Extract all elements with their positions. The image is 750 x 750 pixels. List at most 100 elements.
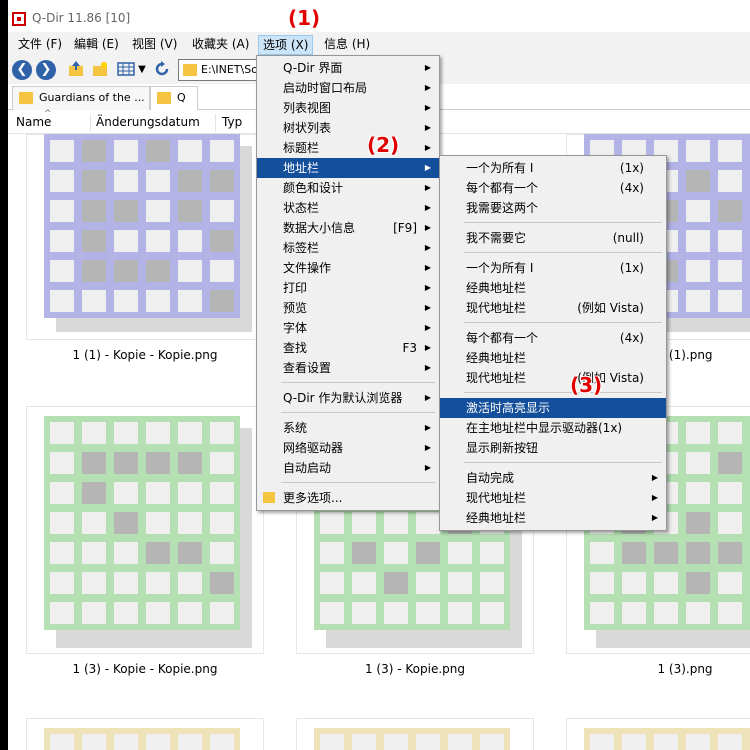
menu-item-address-bar[interactable]: 地址栏 ▶ <box>257 158 439 178</box>
options-menu: Q-Dir 界面 ▶ 启动时窗口布局 ▶ 列表视图 ▶ 树状列表 ▶ 标题栏 ▶ 地址栏 ▶… <box>256 55 440 511</box>
submenu-item-one-for-all-2[interactable]: 一个为所有 I (1x) <box>440 258 666 278</box>
menu-item-title-bar[interactable]: 标题栏 ▶ <box>257 138 439 158</box>
menu-item-status-bar[interactable]: 状态栏 ▶ <box>257 198 439 218</box>
menu-item-print[interactable]: 打印 ▶ <box>257 278 439 298</box>
submenu-arrow-icon: ▶ <box>424 323 431 332</box>
forward-icon[interactable]: ❯ <box>36 60 56 80</box>
menu-item-default-browser[interactable]: Q-Dir 作为默认浏览器 ▶ <box>257 388 439 408</box>
address-bar[interactable]: E:\INET\Softwar <box>178 59 286 81</box>
menu-item-data-size-info[interactable]: 数据大小信息 [F9] ▶ <box>257 218 439 238</box>
menu-item-shortcut: F3 <box>402 341 417 355</box>
menu-item-find[interactable]: 查找 F3 ▶ <box>257 338 439 358</box>
view-grid-icon[interactable] <box>116 60 136 80</box>
submenu-item-autocomplete[interactable]: 自动完成 ▶ <box>440 468 666 488</box>
submenu-item-show-drives[interactable]: 在主地址栏中显示驱动器(1x) <box>440 418 666 438</box>
folder-icon <box>183 64 197 76</box>
menu-separator <box>440 458 666 468</box>
new-folder-icon[interactable] <box>90 60 110 80</box>
menu-item-label: 查找 <box>283 341 308 355</box>
column-type[interactable]: Typ <box>222 115 242 129</box>
column-date[interactable]: Änderungsdatum <box>96 115 200 129</box>
menu-item-autostart[interactable]: 自动启动 ▶ <box>257 458 439 478</box>
menu-item-label: 一个为所有 I <box>466 261 534 275</box>
submenu-arrow-icon: ▶ <box>651 493 658 502</box>
submenu-item-modern-address-bar-3[interactable]: 现代地址栏 ▶ <box>440 488 666 508</box>
menu-separator <box>257 408 439 418</box>
thumbnail-image <box>584 728 750 750</box>
menu-item-label: 预览 <box>283 301 308 315</box>
submenu-arrow-icon: ▶ <box>424 283 431 292</box>
menu-item-label: 经典地址栏 <box>466 511 527 525</box>
chevron-down-icon[interactable]: ▼ <box>136 60 148 80</box>
submenu-item-modern-address-bar-2[interactable]: 现代地址栏 (例如 Vista) <box>440 368 666 388</box>
menu-separator <box>440 318 666 328</box>
submenu-arrow-icon: ▶ <box>424 303 431 312</box>
menu-favorites[interactable]: 收藏夹 (A) <box>188 35 253 55</box>
menu-item-label: 列表视图 <box>283 101 332 115</box>
menu-item-network-drives[interactable]: 网络驱动器 ▶ <box>257 438 439 458</box>
tab-guardians[interactable]: Guardians of the ... <box>12 86 150 110</box>
column-divider[interactable] <box>215 114 216 132</box>
menu-item-system[interactable]: 系统 ▶ <box>257 418 439 438</box>
menu-item-colors-design[interactable]: 颜色和设计 ▶ <box>257 178 439 198</box>
up-folder-icon[interactable] <box>66 60 86 80</box>
submenu-item-each-one[interactable]: 每个都有一个 (4x) <box>440 178 666 198</box>
submenu-arrow-icon: ▶ <box>424 263 431 272</box>
menu-info[interactable]: 信息 (H) <box>320 35 374 55</box>
menu-item-label: 文件操作 <box>283 261 332 275</box>
submenu-item-need-both[interactable]: 我需要这两个 <box>440 198 666 218</box>
submenu-item-classic-address-bar-3[interactable]: 经典地址栏 ▶ <box>440 508 666 528</box>
submenu-arrow-icon: ▶ <box>424 343 431 352</box>
submenu-item-highlight-when-active[interactable]: 激活时高亮显示 <box>440 398 666 418</box>
menu-item-tree-list[interactable]: 树状列表 ▶ <box>257 118 439 138</box>
menu-item-shortcut: [F9] <box>393 221 417 235</box>
submenu-arrow-icon: ▶ <box>424 363 431 372</box>
tab-q[interactable]: Q <box>150 86 198 110</box>
menu-item-preview[interactable]: 预览 ▶ <box>257 298 439 318</box>
menu-item-label: 查看设置 <box>283 361 332 375</box>
file-name: 1 (3) - Kopie - Kopie.png <box>72 662 218 676</box>
menu-item-view-settings[interactable]: 查看设置 ▶ <box>257 358 439 378</box>
submenu-item-classic-address-bar[interactable]: 经典地址栏 <box>440 278 666 298</box>
menu-options[interactable]: 选项 (X) <box>258 35 314 55</box>
back-icon[interactable]: ❮ <box>12 60 32 80</box>
menu-item-label: 树状列表 <box>283 121 332 135</box>
menu-item-label: 地址栏 <box>283 161 320 175</box>
menu-file[interactable]: 文件 (F) <box>14 35 66 55</box>
tab-label: Q <box>177 91 186 104</box>
menu-item-file-operations[interactable]: 文件操作 ▶ <box>257 258 439 278</box>
submenu-item-classic-address-bar-2[interactable]: 经典地址栏 <box>440 348 666 368</box>
menu-item-more-options[interactable]: 更多选项... <box>257 488 439 508</box>
submenu-arrow-icon: ▶ <box>424 63 431 72</box>
submenu-arrow-icon: ▶ <box>424 123 431 132</box>
column-divider[interactable] <box>90 114 91 132</box>
submenu-item-show-refresh-button[interactable]: 显示刷新按钮 <box>440 438 666 458</box>
submenu-item-modern-address-bar[interactable]: 现代地址栏 (例如 Vista) <box>440 298 666 318</box>
sort-ascending-icon: ^ <box>44 109 52 119</box>
submenu-item-each-one-2[interactable]: 每个都有一个 (4x) <box>440 328 666 348</box>
submenu-arrow-icon: ▶ <box>424 393 431 402</box>
menu-item-label: 现代地址栏 <box>466 301 527 315</box>
file-name: 1 (1) - Kopie - Kopie.png <box>72 348 218 362</box>
refresh-icon[interactable] <box>152 60 172 80</box>
menu-view[interactable]: 视图 (V) <box>128 35 181 55</box>
menu-item-qdir-interface[interactable]: Q-Dir 界面 ▶ <box>257 58 439 78</box>
menu-item-font[interactable]: 字体 ▶ <box>257 318 439 338</box>
menu-item-startup-layout[interactable]: 启动时窗口布局 ▶ <box>257 78 439 98</box>
menu-item-label: 经典地址栏 <box>466 351 527 365</box>
window-title: Q-Dir 11.86 [10] <box>32 11 131 25</box>
menu-item-label: 字体 <box>283 321 308 335</box>
menu-item-shortcut: (例如 Vista) <box>577 301 644 315</box>
menu-edit[interactable]: 編輯 (E) <box>70 35 123 55</box>
menu-item-label: 状态栏 <box>283 201 320 215</box>
menu-item-shortcut: (1x) <box>619 161 644 175</box>
submenu-item-dont-need[interactable]: 我不需要它 (null) <box>440 228 666 248</box>
menu-item-list-view[interactable]: 列表视图 ▶ <box>257 98 439 118</box>
menu-item-tab-bar[interactable]: 标签栏 ▶ <box>257 238 439 258</box>
menu-item-label: Q-Dir 作为默认浏览器 <box>283 391 403 405</box>
window-left-edge <box>0 0 8 750</box>
file-name: 1 (3).png <box>657 662 713 676</box>
submenu-item-one-for-all[interactable]: 一个为所有 I (1x) <box>440 158 666 178</box>
menu-separator <box>257 478 439 488</box>
menu-item-label: 一个为所有 I <box>466 161 534 175</box>
